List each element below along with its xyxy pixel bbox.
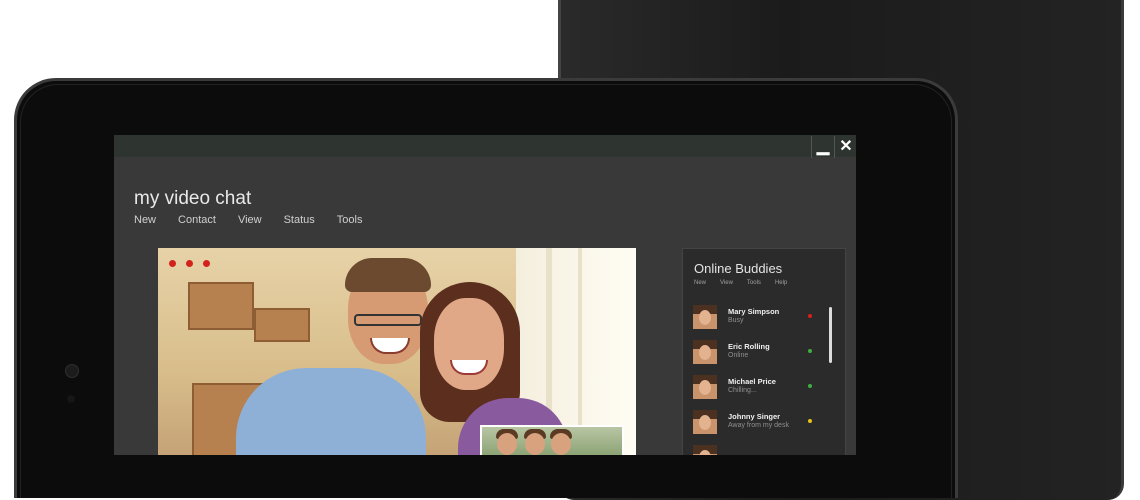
buddy-item-eric-rolling[interactable]: Eric Rolling Online (693, 340, 829, 375)
recording-dot (186, 260, 193, 267)
main-menu: New Contact View Status Tools (134, 214, 362, 226)
buddy-item-johnny-singer[interactable]: Johnny Singer Away from my desk (693, 410, 829, 445)
buddy-status: Away from my desk (728, 422, 789, 429)
buddies-menu-help[interactable]: Help (775, 280, 787, 286)
pip-person (497, 433, 517, 455)
front-camera-icon (65, 364, 79, 378)
app-title: my video chat (134, 188, 252, 209)
menu-tools[interactable]: Tools (337, 214, 363, 226)
buddy-list-scrollbar[interactable] (829, 307, 832, 363)
pip-person (525, 433, 545, 455)
buddies-menu: New View Tools Help (694, 280, 787, 286)
buddy-name: Johnny Singer (728, 412, 781, 421)
video-feed[interactable] (158, 248, 636, 455)
recording-dots-icon (169, 260, 210, 267)
close-icon[interactable]: ✕ (834, 136, 856, 158)
recording-dot (169, 260, 176, 267)
title-bar: ▁ ✕ (114, 135, 856, 158)
online-buddies-panel: Online Buddies New View Tools Help Mary … (682, 248, 846, 455)
video-person-man (236, 368, 426, 455)
video-person-woman-face (434, 298, 504, 390)
status-indicator-icon (808, 314, 812, 318)
buddy-list: Mary Simpson Busy Eric Rolling Online Mi… (693, 305, 829, 455)
buddy-item-partial[interactable] (693, 445, 829, 455)
buddies-menu-new[interactable]: New (694, 280, 706, 286)
status-indicator-icon (808, 384, 812, 388)
video-person-man-hair (345, 258, 431, 292)
avatar (693, 445, 717, 455)
buddy-status: Chilling... (728, 387, 757, 394)
buddy-item-michael-price[interactable]: Michael Price Chilling... (693, 375, 829, 410)
buddy-name: Michael Price (728, 377, 776, 386)
menu-contact[interactable]: Contact (178, 214, 216, 226)
app-window: ▁ ✕ my video chat New Contact View Statu… (114, 135, 856, 455)
status-indicator-icon (808, 419, 812, 423)
avatar (693, 305, 717, 329)
buddy-status: Online (728, 352, 749, 359)
buddy-item-mary-simpson[interactable]: Mary Simpson Busy (693, 305, 829, 340)
avatar (693, 410, 717, 434)
menu-view[interactable]: View (238, 214, 262, 226)
buddies-menu-tools[interactable]: Tools (747, 280, 761, 286)
light-sensor (67, 395, 75, 403)
video-scene-cabinet (254, 308, 310, 342)
avatar (693, 375, 717, 399)
buddy-status: Busy (728, 317, 744, 324)
pip-person (551, 433, 571, 455)
buddy-name: Mary Simpson (728, 307, 780, 316)
video-scene-cabinet (188, 282, 254, 330)
buddy-name: Eric Rolling (728, 342, 770, 351)
recording-dot (203, 260, 210, 267)
minimize-icon[interactable]: ▁ (811, 136, 834, 158)
menu-status[interactable]: Status (284, 214, 315, 226)
video-person-glasses (354, 314, 422, 326)
menu-new[interactable]: New (134, 214, 156, 226)
avatar (693, 340, 717, 364)
buddies-menu-view[interactable]: View (720, 280, 733, 286)
self-view-thumbnail[interactable] (480, 425, 624, 455)
video-scene-window-frame (578, 248, 582, 455)
buddies-title: Online Buddies (694, 261, 783, 276)
status-indicator-icon (808, 349, 812, 353)
